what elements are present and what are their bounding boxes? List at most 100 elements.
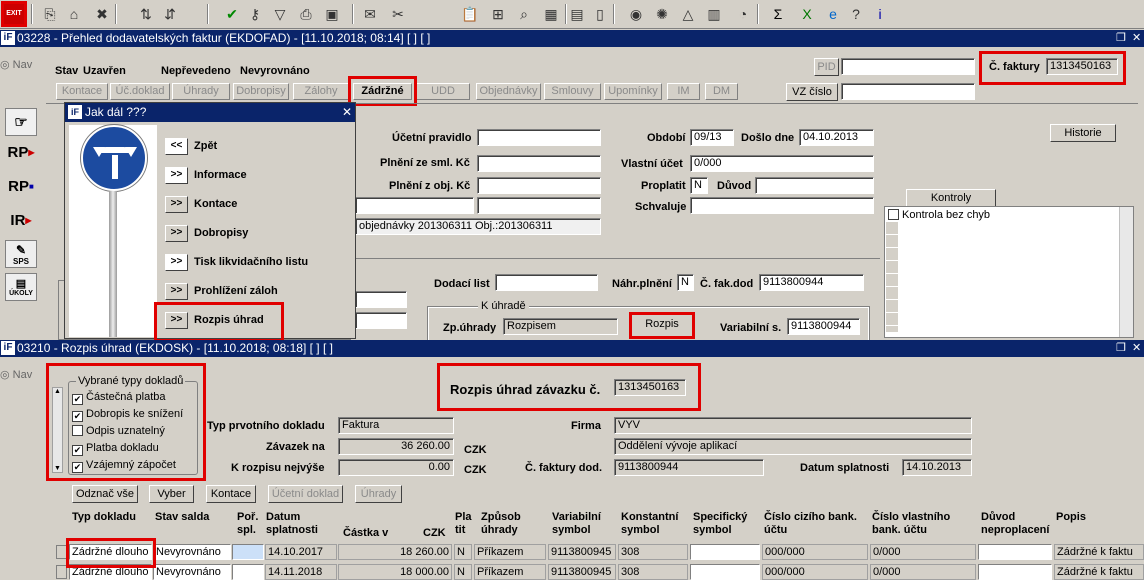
column-header-14[interactable]: Popis <box>1056 511 1136 524</box>
dialog-arrow-icon[interactable]: >> <box>165 195 188 213</box>
datum-splatnosti-field[interactable]: 14.10.2013 <box>902 459 972 476</box>
c-fak-dod-field[interactable]: 9113800944 <box>759 274 864 291</box>
kontace-button[interactable]: Kontace <box>206 485 256 503</box>
typ-dokladu-field[interactable]: Faktura <box>338 417 454 434</box>
tab-1[interactable]: Úč.doklad <box>110 83 170 100</box>
nahr-plneni-field[interactable]: N <box>677 274 694 291</box>
restore-icon[interactable]: ❐ <box>1116 30 1126 47</box>
grid-icon[interactable]: ▦ <box>541 4 561 24</box>
checkbox-checked-icon[interactable]: ✔ <box>72 411 83 422</box>
checkbox-checked-icon[interactable]: ✔ <box>72 394 83 405</box>
globe-icon[interactable]: ◉ <box>626 4 646 24</box>
calculator-icon[interactable]: ▥ <box>704 4 724 24</box>
mail-icon[interactable]: ✉ <box>360 4 380 24</box>
dialog-item-2[interactable]: >> Kontace <box>165 192 237 216</box>
column-header-2[interactable]: Poř. spl. <box>237 511 265 537</box>
vz-cislo-field[interactable] <box>841 83 975 100</box>
print-preview-icon[interactable]: ▣ <box>322 4 342 24</box>
objednavky-field[interactable]: objednávky 201306311 Obj.:201306311 <box>355 218 601 235</box>
obdobi-field[interactable]: 09/13 <box>690 129 734 146</box>
column-header-13[interactable]: Důvod neproplacení <box>981 511 1056 537</box>
wrench-icon[interactable]: ✖ <box>92 4 112 24</box>
check-icon[interactable]: ✔ <box>222 4 242 24</box>
tree-icon[interactable]: ⊞ <box>488 4 508 24</box>
row-indicator[interactable] <box>56 565 67 579</box>
clock-icon[interactable]: ◔ <box>733 4 753 24</box>
copy-icon[interactable]: ⎘ <box>40 4 60 24</box>
tab-4[interactable]: Zálohy <box>293 83 349 100</box>
tab-9[interactable]: Upomínky <box>604 83 662 100</box>
uhrady-button[interactable]: Úhrady <box>355 485 402 503</box>
restore-icon[interactable]: ❐ <box>1116 340 1126 357</box>
column-header-10[interactable]: Specifický symbol <box>693 511 763 537</box>
proplatit-field[interactable]: N <box>690 177 708 194</box>
dialog-item-5[interactable]: >> Prohlížení záloh <box>165 279 278 303</box>
checkbox-item-4[interactable]: ✔ Vzájemný zápočet <box>72 459 176 473</box>
zavazek-field[interactable]: 36 260.00 <box>338 438 454 455</box>
plneni-sml-field[interactable] <box>477 155 601 172</box>
checkbox-item-3[interactable]: ✔ Platba dokladu <box>72 442 159 456</box>
key-icon[interactable]: ⚷ <box>245 4 265 24</box>
column-header-4[interactable]: Částka v <box>343 527 413 540</box>
sum-icon[interactable]: Σ <box>768 4 788 24</box>
side-button-sps[interactable]: ✎ SPS <box>5 240 37 268</box>
ucetni-doklad-button[interactable]: Účetní doklad <box>268 485 343 503</box>
close-icon[interactable]: ✕ <box>342 103 352 122</box>
vlastni-ucet-field[interactable]: 0/000 <box>690 155 874 172</box>
dodaci-list-field[interactable] <box>495 274 598 291</box>
filter-icon[interactable]: ▽ <box>270 4 290 24</box>
vz-cislo-button[interactable]: VZ číslo <box>786 83 838 101</box>
column-header-3[interactable]: Datum splatnosti <box>266 511 341 537</box>
column-header-9[interactable]: Konstantní symbol <box>621 511 691 537</box>
cut-icon[interactable]: ✂ <box>388 4 408 24</box>
column-header-8[interactable]: Variabilní symbol <box>552 511 620 537</box>
table-cell[interactable]: N <box>454 544 472 560</box>
table-cell[interactable]: Zádržné k faktu <box>1054 544 1144 560</box>
print-icon[interactable]: ⎙ <box>296 4 316 24</box>
ucetni-pravidlo-field[interactable] <box>477 129 601 146</box>
checkbox-checked-icon[interactable]: ✔ <box>72 462 83 473</box>
column-header-11[interactable]: Číslo cizího bank. účtu <box>764 511 869 537</box>
kontroly-list-item[interactable]: Kontrola bez chyb <box>888 209 990 221</box>
oddeleni-field[interactable]: Oddělení vývoje aplikací <box>614 438 972 455</box>
sort-desc-icon[interactable]: ⇵ <box>160 4 180 24</box>
dialog-arrow-icon[interactable]: >> <box>165 253 188 271</box>
firma-field[interactable]: VYV <box>614 417 972 434</box>
checkbox-empty-icon[interactable] <box>72 425 83 436</box>
close-icon[interactable]: ✕ <box>1132 30 1141 47</box>
tab-7[interactable]: Objednávky <box>476 83 541 100</box>
dialog-item-1[interactable]: >> Informace <box>165 163 247 187</box>
side-button-ir[interactable]: IR ▶ <box>5 206 37 234</box>
tab-10[interactable]: IM <box>667 83 700 100</box>
kontroly-scrollbar[interactable] <box>1119 207 1133 337</box>
variabilni-field[interactable]: 9113800944 <box>787 318 860 335</box>
column-header-7[interactable]: Způsob úhrady <box>481 511 551 537</box>
column-header-12[interactable]: Číslo vlastního bank. účtu <box>872 511 977 537</box>
table-cell[interactable]: 0/000 <box>870 544 976 560</box>
dialog-item-3[interactable]: >> Dobropisy <box>165 221 248 245</box>
schvaluje-field[interactable] <box>690 197 874 214</box>
tab-0[interactable]: Kontace <box>56 83 108 100</box>
table-cell[interactable] <box>690 544 760 560</box>
vyber-button[interactable]: Vyber <box>149 485 194 503</box>
help-icon[interactable]: ? <box>846 4 866 24</box>
tab-11[interactable]: DM <box>705 83 738 100</box>
home-icon[interactable]: ⌂ <box>64 4 84 24</box>
table-cell[interactable]: 308 <box>618 544 688 560</box>
dialog-item-0[interactable]: << Zpět <box>165 134 217 158</box>
side-button-rp-eu[interactable]: RP ■ <box>5 172 37 200</box>
tab-8[interactable]: Smlouvy <box>544 83 601 100</box>
table-cell[interactable]: Nevyrovnáno <box>153 544 231 560</box>
dialog-arrow-icon[interactable]: << <box>165 137 188 155</box>
pid-field[interactable] <box>841 58 975 75</box>
odznac-vse-button[interactable]: Odznač vše <box>72 485 138 503</box>
table-cell[interactable]: Příkazem <box>474 544 546 560</box>
dialog-item-4[interactable]: >> Tisk likvidačního listu <box>165 250 308 274</box>
row-indicator[interactable] <box>56 545 67 559</box>
tab-6[interactable]: UDD <box>416 83 470 100</box>
settings-icon[interactable]: ✺ <box>652 4 672 24</box>
extra-field-1[interactable] <box>355 197 474 214</box>
table-cell[interactable]: 000/000 <box>762 544 868 560</box>
checkbox-item-2[interactable]: Odpis uznatelný <box>72 425 165 437</box>
column-header-6[interactable]: Pla tit <box>455 511 480 537</box>
